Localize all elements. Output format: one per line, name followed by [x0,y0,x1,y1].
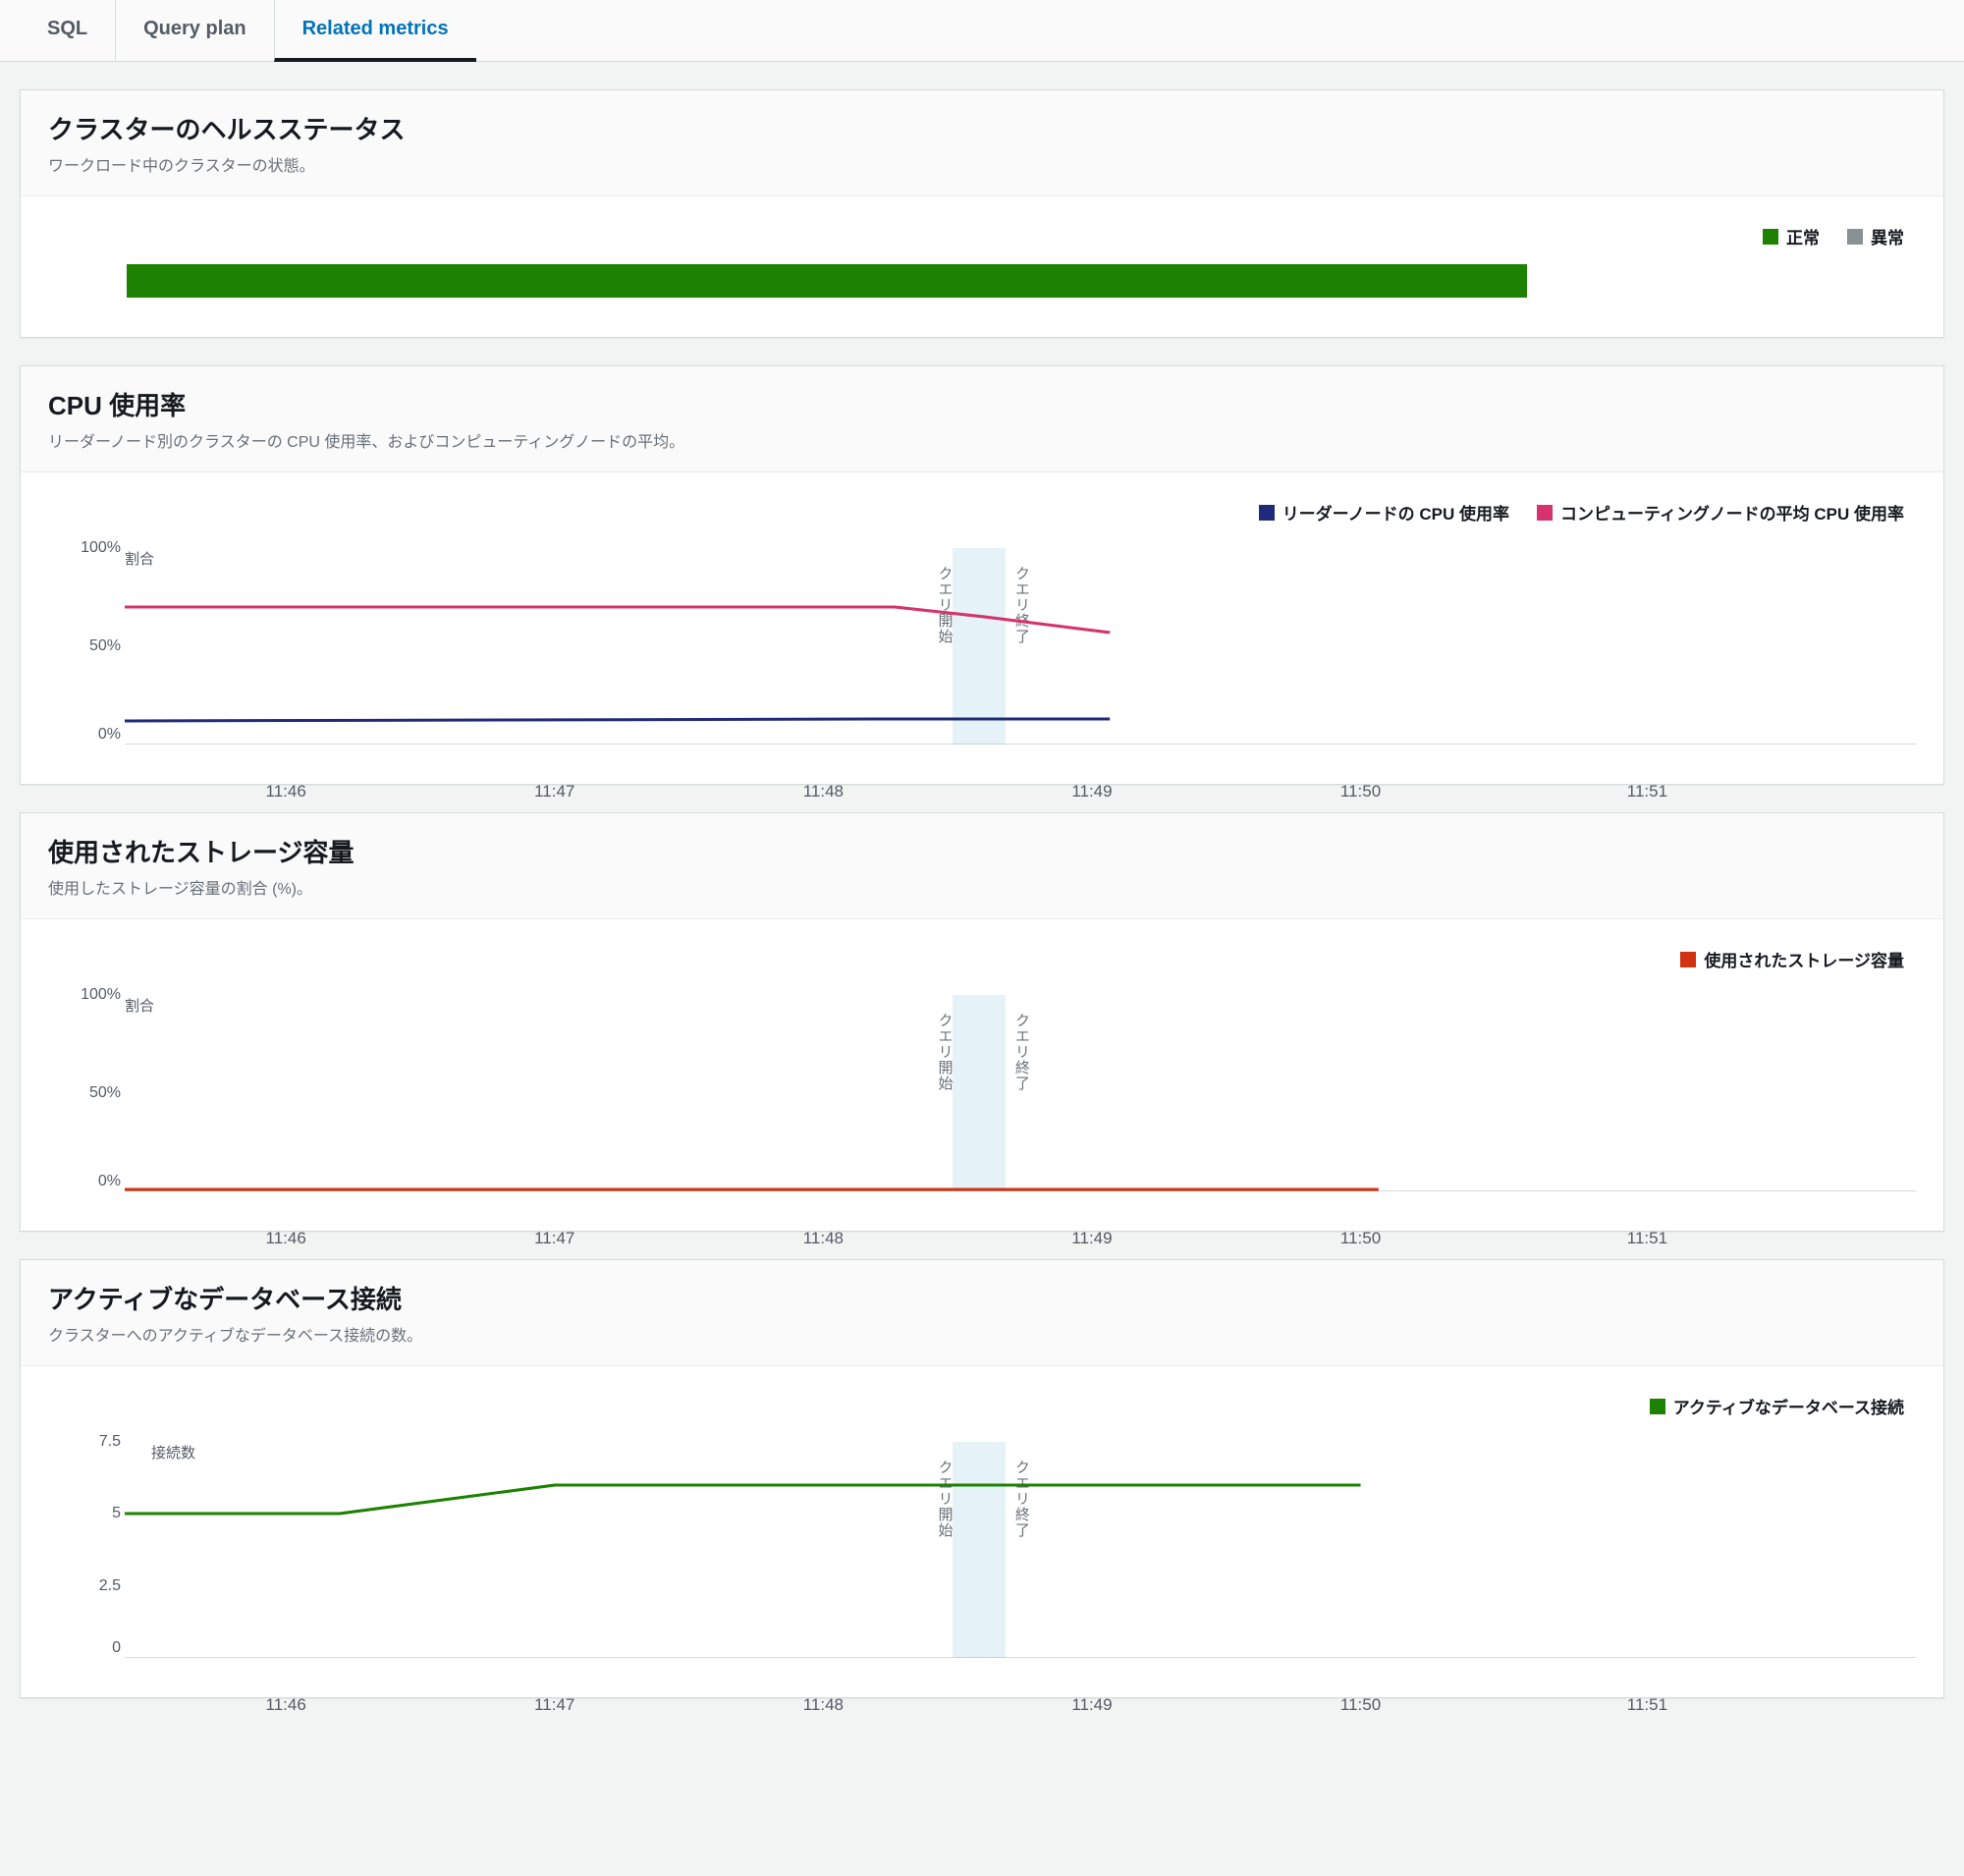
x-tick: 11:46 [266,782,306,801]
legend: アクティブなデータベース接続 [48,1394,1916,1418]
x-tick: 11:48 [803,1695,844,1715]
y-tick: 7.5 [66,1433,121,1451]
card-description: ワークロード中のクラスターの状態。 [48,152,1916,176]
tab-related-metrics[interactable]: Related metrics [274,0,476,62]
card-header: CPU 使用率 リーダーノード別のクラスターの CPU 使用率、およびコンピュー… [21,366,1943,472]
card-header: 使用されたストレージ容量 使用したストレージ容量の割合 (%)。 [21,813,1943,919]
square-icon [1537,505,1553,521]
tab-sql[interactable]: SQL [20,0,115,61]
legend: 使用されたストレージ容量 [48,947,1916,971]
x-tick: 11:47 [534,782,574,801]
legend-item-abnormal: 異常 [1847,224,1904,248]
legend-item-storage: 使用されたストレージ容量 [1680,947,1904,971]
legend-item-connections: アクティブなデータベース接続 [1650,1394,1904,1418]
legend-label: 使用されたストレージ容量 [1704,947,1904,971]
card-description: リーダーノード別のクラスターの CPU 使用率、およびコンピューティングノードの… [48,428,1916,452]
x-tick: 11:48 [803,1229,844,1248]
y-tick: 50% [66,637,121,655]
y-tick: 0% [66,1173,121,1190]
x-tick: 11:51 [1627,1695,1667,1715]
x-tick: 11:47 [534,1229,574,1248]
health-bar [127,264,1877,298]
y-tick: 0 [66,1639,121,1657]
x-tick: 11:49 [1071,1229,1112,1248]
square-icon [1650,1399,1665,1414]
card-description: 使用したストレージ容量の割合 (%)。 [48,875,1916,899]
x-tick: 11:47 [534,1695,574,1715]
card-health-status: クラスターのヘルスステータス ワークロード中のクラスターの状態。 正常 異常 [20,89,1944,338]
legend: 正常 異常 [48,224,1916,248]
x-tick: 11:50 [1340,1695,1381,1715]
cpu-chart[interactable]: 0% 50% 100% クエリ開始 クエリ終了 [125,548,1916,745]
card-title: 使用されたストレージ容量 [48,833,1916,869]
y-tick: 100% [66,986,121,1004]
card-title: アクティブなデータベース接続 [48,1280,1916,1316]
storage-chart[interactable]: 0% 50% 100% クエリ開始 クエリ終了 11:46 11:47 11: [125,995,1916,1191]
x-tick: 11:49 [1071,782,1112,801]
card-cpu: CPU 使用率 リーダーノード別のクラスターの CPU 使用率、およびコンピュー… [20,365,1944,785]
x-tick: 11:51 [1627,1229,1667,1248]
legend: リーダーノードの CPU 使用率 コンピューティングノードの平均 CPU 使用率 [48,500,1916,524]
y-tick: 2.5 [66,1577,121,1595]
square-icon [1680,952,1696,967]
y-axis: 0% 50% 100% [66,548,121,745]
connections-chart[interactable]: 0 2.5 5 7.5 クエリ開始 クエリ終了 11:46 [125,1442,1916,1658]
legend-item-compute: コンピューティングノードの平均 CPU 使用率 [1537,500,1904,524]
card-title: クラスターのヘルスステータス [48,110,1916,146]
card-title: CPU 使用率 [48,386,1916,422]
legend-label: 異常 [1871,224,1904,248]
x-tick: 11:46 [266,1695,306,1715]
x-tick: 11:51 [1627,782,1667,801]
y-tick: 5 [66,1505,121,1522]
tab-bar: SQL Query plan Related metrics [0,0,1964,62]
square-icon [1847,229,1863,245]
y-axis: 0 2.5 5 7.5 [66,1442,121,1658]
x-tick: 11:50 [1340,1229,1381,1248]
card-header: アクティブなデータベース接続 クラスターへのアクティブなデータベース接続の数。 [21,1260,1943,1366]
square-icon [1259,505,1275,521]
x-tick: 11:48 [803,782,844,801]
legend-item-normal: 正常 [1763,224,1820,248]
y-tick: 100% [66,539,121,557]
card-description: クラスターへのアクティブなデータベース接続の数。 [48,1322,1916,1346]
legend-label: 正常 [1786,224,1820,248]
card-header: クラスターのヘルスステータス ワークロード中のクラスターの状態。 [21,90,1943,196]
tab-query-plan[interactable]: Query plan [115,0,273,61]
x-tick: 11:46 [266,1229,306,1248]
legend-item-leader: リーダーノードの CPU 使用率 [1259,500,1509,524]
health-fill [127,264,1527,298]
x-tick: 11:49 [1071,1695,1112,1715]
legend-label: コンピューティングノードの平均 CPU 使用率 [1560,500,1904,524]
card-storage: 使用されたストレージ容量 使用したストレージ容量の割合 (%)。 使用されたスト… [20,812,1944,1232]
card-connections: アクティブなデータベース接続 クラスターへのアクティブなデータベース接続の数。 … [20,1259,1944,1698]
y-axis: 0% 50% 100% [66,995,121,1191]
x-tick: 11:50 [1340,782,1381,801]
legend-label: リーダーノードの CPU 使用率 [1282,500,1509,524]
y-tick: 0% [66,726,121,744]
square-icon [1763,229,1778,245]
y-tick: 50% [66,1084,121,1102]
legend-label: アクティブなデータベース接続 [1673,1394,1904,1418]
